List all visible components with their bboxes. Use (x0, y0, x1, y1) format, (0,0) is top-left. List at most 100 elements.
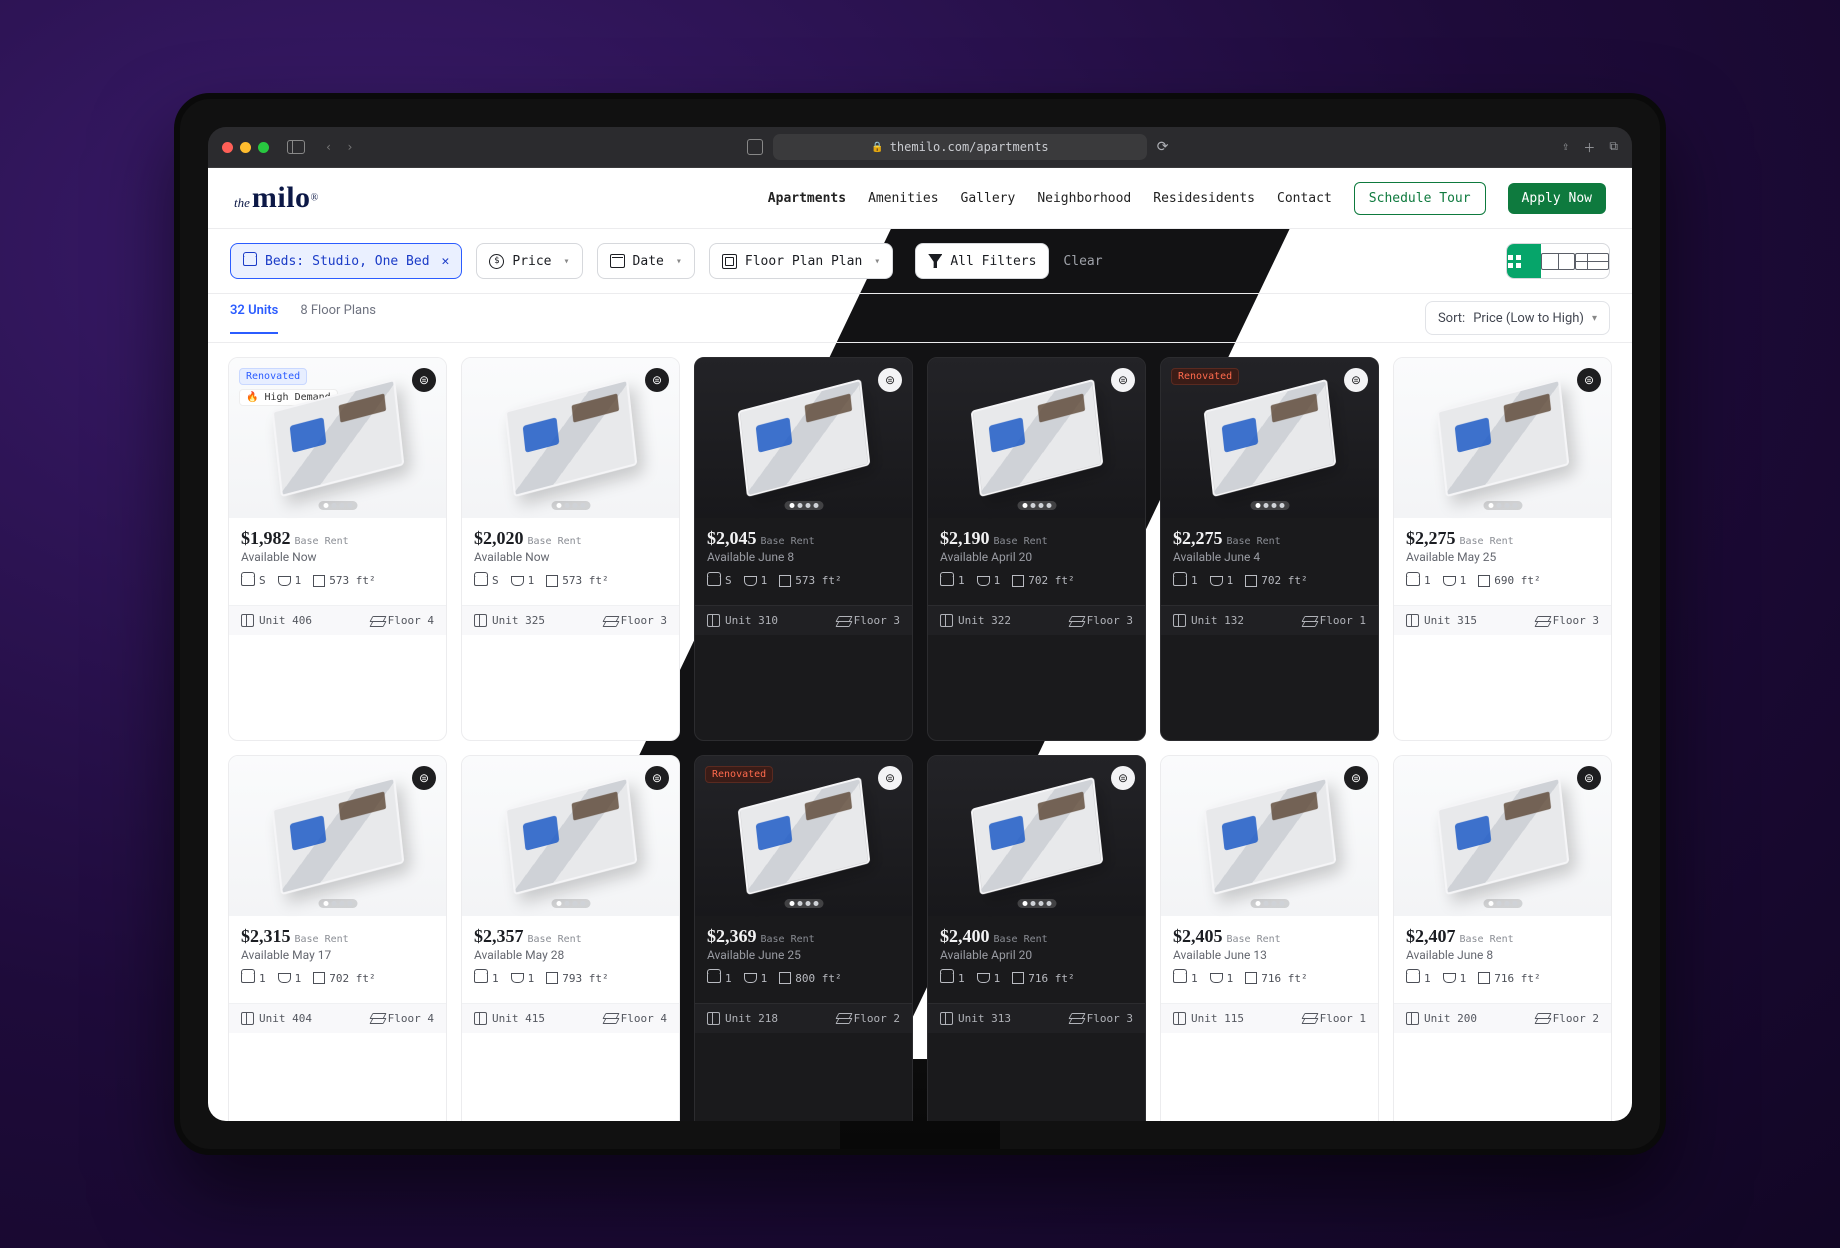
bath-icon (977, 576, 990, 586)
virtual-tour-icon[interactable]: ⊜ (412, 368, 436, 392)
privacy-shield-icon[interactable] (747, 139, 763, 155)
bath-icon (1443, 576, 1456, 586)
refresh-icon[interactable]: ⟳ (1157, 139, 1169, 155)
unit-thumbnail[interactable]: ⊜ (928, 358, 1145, 518)
bath-icon (511, 576, 524, 586)
nav-amenities[interactable]: Amenities (868, 191, 938, 206)
nav-neighborhood[interactable]: Neighborhood (1037, 191, 1131, 206)
carousel-dots[interactable] (1017, 501, 1056, 510)
unit-floor: Floor 2 (837, 1012, 900, 1025)
carousel-dots[interactable] (1483, 501, 1522, 510)
unit-card[interactable]: Renovated ⊜ $2,369Base Rent Available Ju… (694, 755, 913, 1122)
unit-thumbnail[interactable]: ⊜ (1161, 756, 1378, 916)
filter-all-chip[interactable]: All Filters (915, 243, 1049, 279)
unit-card[interactable]: ⊜ $2,315Base Rent Available May 17 1 1 7… (228, 755, 447, 1122)
view-list-button[interactable] (1575, 244, 1609, 278)
unit-card[interactable]: ⊜ $2,020Base Rent Available Now S 1 573 … (461, 357, 680, 741)
filter-date-chip[interactable]: Date ▾ (597, 243, 695, 279)
unit-card[interactable]: ⊜ $2,405Base Rent Available June 13 1 1 … (1160, 755, 1379, 1122)
unit-price-row: $1,982Base Rent (241, 528, 434, 549)
floor-icon (1303, 1013, 1315, 1023)
unit-thumbnail[interactable]: ⊜ (229, 756, 446, 916)
forward-icon[interactable]: › (346, 140, 353, 154)
virtual-tour-icon[interactable]: ⊜ (645, 368, 669, 392)
tabs-overview-icon[interactable]: ⧉ (1609, 139, 1618, 156)
address-bar[interactable]: 🔒 themilo.com/apartments (773, 134, 1147, 160)
unit-card[interactable]: ⊜ $2,045Base Rent Available June 8 S 1 5… (694, 357, 913, 741)
spec-beds: S (707, 574, 732, 587)
unit-floor: Floor 4 (604, 1012, 667, 1025)
nav-contact[interactable]: Contact (1277, 191, 1332, 206)
unit-thumbnail[interactable]: ⊜ (928, 756, 1145, 916)
nav-apartments[interactable]: Apartments (768, 191, 846, 206)
filter-beds-chip[interactable]: Beds: Studio, One Bed ✕ (230, 243, 462, 279)
virtual-tour-icon[interactable]: ⊜ (1344, 368, 1368, 392)
filter-floorplan-chip[interactable]: Floor Plan Plan ▾ (709, 243, 893, 279)
virtual-tour-icon[interactable]: ⊜ (878, 368, 902, 392)
carousel-dots[interactable] (551, 501, 590, 510)
unit-thumbnail[interactable]: ⊜ (695, 358, 912, 518)
brand-logo[interactable]: themilo® (234, 181, 318, 215)
square-feet-icon (1478, 972, 1490, 984)
schedule-tour-button[interactable]: Schedule Tour (1354, 182, 1486, 215)
tab-floorplans[interactable]: 8 Floor Plans (300, 303, 376, 334)
unit-thumbnail[interactable]: ⊜ (1394, 756, 1611, 916)
new-tab-icon[interactable]: ＋ (1583, 139, 1595, 156)
virtual-tour-icon[interactable]: ⊜ (1577, 368, 1601, 392)
brand-name: milo (252, 181, 311, 214)
carousel-dots[interactable] (551, 899, 590, 908)
clear-filters-button[interactable]: Clear (1063, 254, 1102, 269)
unit-card[interactable]: ⊜ $2,407Base Rent Available June 8 1 1 7… (1393, 755, 1612, 1122)
clear-beds-icon[interactable]: ✕ (442, 254, 450, 269)
unit-thumbnail[interactable]: ⊜ (1394, 358, 1611, 518)
virtual-tour-icon[interactable]: ⊜ (1577, 766, 1601, 790)
apply-now-button[interactable]: Apply Now (1508, 183, 1606, 214)
view-grid-button[interactable] (1507, 244, 1541, 278)
filter-price-chip[interactable]: $ Price ▾ (476, 243, 582, 279)
carousel-dots[interactable] (784, 899, 823, 908)
tab-units[interactable]: 32 Units (230, 303, 278, 334)
sidebar-toggle-icon[interactable] (287, 140, 305, 154)
back-icon[interactable]: ‹ (325, 140, 332, 154)
virtual-tour-icon[interactable]: ⊜ (645, 766, 669, 790)
sort-dropdown[interactable]: Sort: Price (Low to High) ▾ (1425, 301, 1610, 335)
carousel-dots[interactable] (1250, 501, 1289, 510)
virtual-tour-icon[interactable]: ⊜ (412, 766, 436, 790)
nav-residents[interactable]: Residesidents (1153, 191, 1255, 206)
view-split-button[interactable] (1541, 244, 1575, 278)
unit-thumbnail[interactable]: Renovated 🔥 High Demand ⊜ (229, 358, 446, 518)
unit-info: $1,982Base Rent Available Now S 1 573 ft… (229, 518, 446, 595)
unit-card[interactable]: Renovated 🔥 High Demand ⊜ $1,982Base Ren… (228, 357, 447, 741)
unit-thumbnail[interactable]: ⊜ (462, 756, 679, 916)
unit-card[interactable]: ⊜ $2,275Base Rent Available May 25 1 1 6… (1393, 357, 1612, 741)
unit-card[interactable]: Renovated ⊜ $2,275Base Rent Available Ju… (1160, 357, 1379, 741)
unit-card[interactable]: ⊜ $2,190Base Rent Available April 20 1 1… (927, 357, 1146, 741)
virtual-tour-icon[interactable]: ⊜ (1344, 766, 1368, 790)
carousel-dots[interactable] (318, 501, 357, 510)
nav-gallery[interactable]: Gallery (961, 191, 1016, 206)
share-icon[interactable]: ⇪ (1562, 139, 1569, 156)
carousel-dots[interactable] (1483, 899, 1522, 908)
minimize-window-icon[interactable] (240, 142, 251, 153)
unit-thumbnail[interactable]: ⊜ (462, 358, 679, 518)
virtual-tour-icon[interactable]: ⊜ (1111, 766, 1135, 790)
renovated-badge: Renovated (705, 766, 773, 783)
unit-thumbnail[interactable]: Renovated ⊜ (1161, 358, 1378, 518)
unit-icon (707, 614, 720, 627)
virtual-tour-icon[interactable]: ⊜ (878, 766, 902, 790)
spec-beds: S (241, 574, 266, 587)
carousel-dots[interactable] (1017, 899, 1056, 908)
virtual-tour-icon[interactable]: ⊜ (1111, 368, 1135, 392)
carousel-dots[interactable] (1250, 899, 1289, 908)
carousel-dots[interactable] (784, 501, 823, 510)
carousel-dots[interactable] (318, 899, 357, 908)
grid-icon (1507, 254, 1541, 269)
fullscreen-window-icon[interactable] (258, 142, 269, 153)
unit-card[interactable]: ⊜ $2,357Base Rent Available May 28 1 1 7… (461, 755, 680, 1122)
traffic-lights[interactable] (222, 142, 269, 153)
floorplan-render (737, 776, 870, 894)
close-window-icon[interactable] (222, 142, 233, 153)
unit-thumbnail[interactable]: Renovated ⊜ (695, 756, 912, 916)
unit-card[interactable]: ⊜ $2,400Base Rent Available April 20 1 1… (927, 755, 1146, 1122)
unit-specs: 1 1 793 ft² (474, 972, 667, 985)
